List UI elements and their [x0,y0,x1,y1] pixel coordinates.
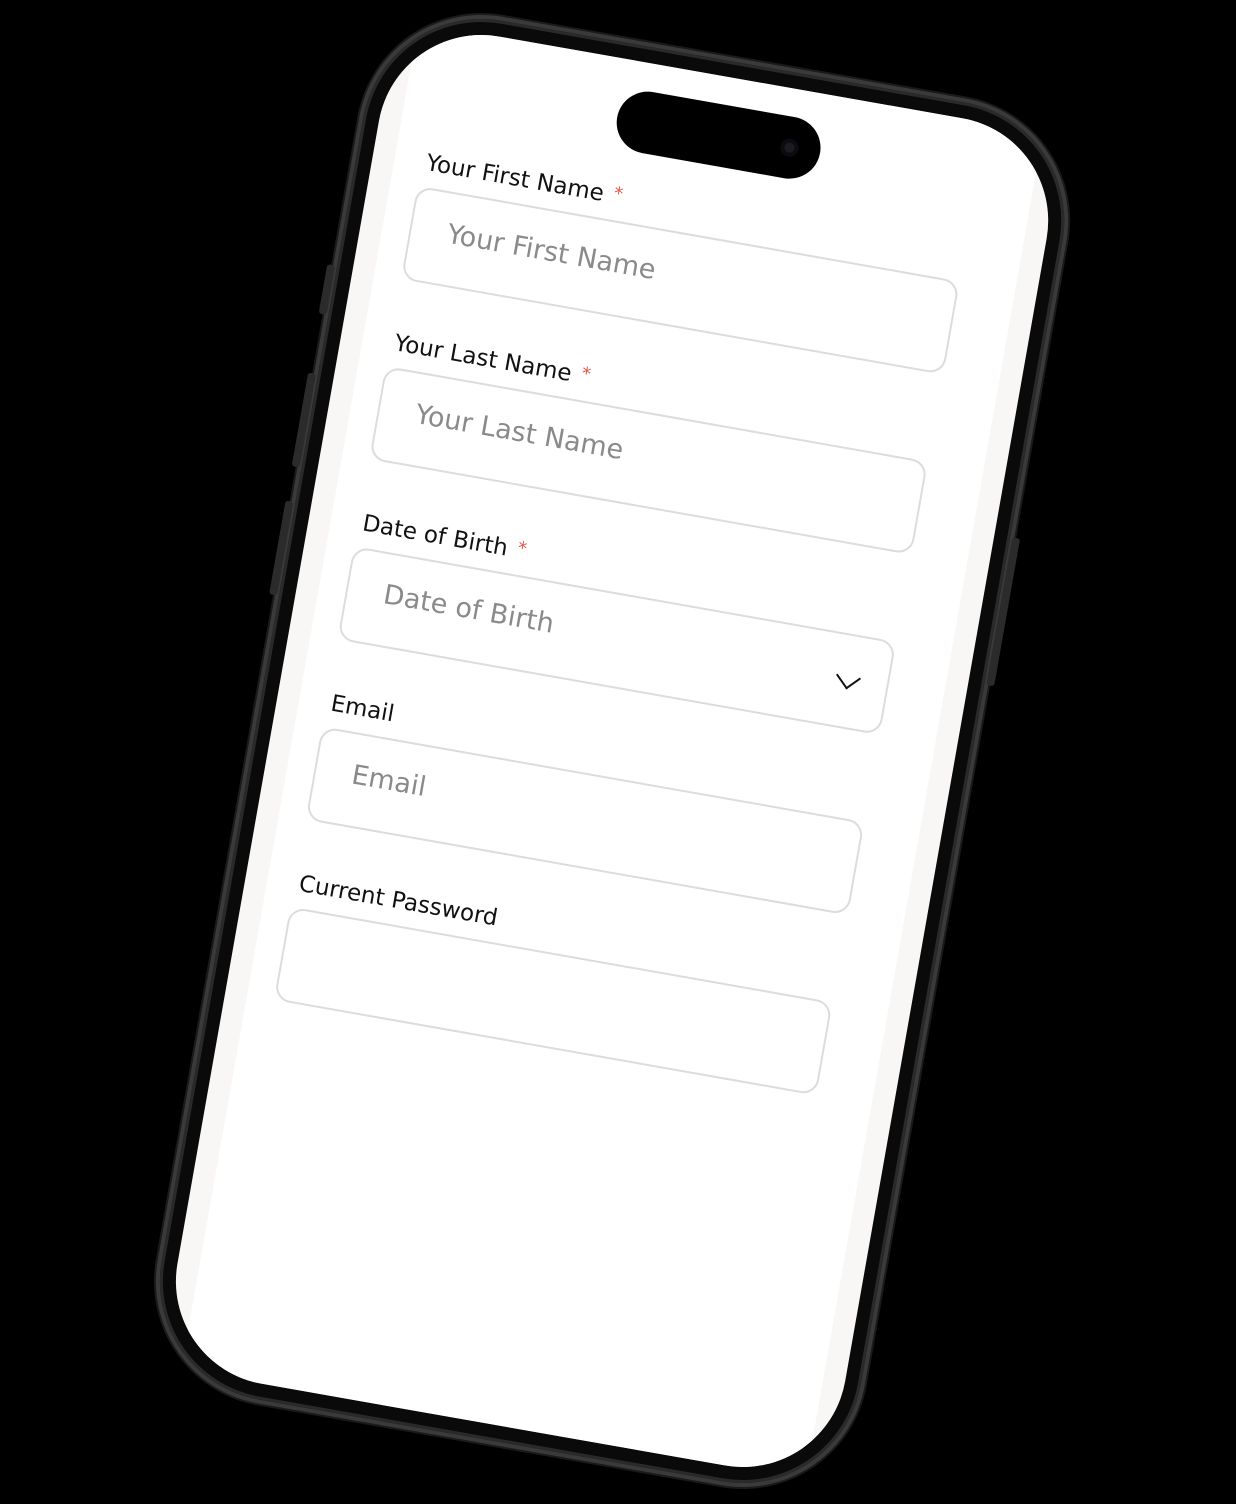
power-button [986,537,1021,687]
camera-icon [779,137,800,159]
volume-up-button [291,372,317,468]
action-button [318,264,336,315]
phone-frame: Your First Name* Your Last Name* Date of… [140,0,1084,1503]
volume-down-button [269,500,294,596]
